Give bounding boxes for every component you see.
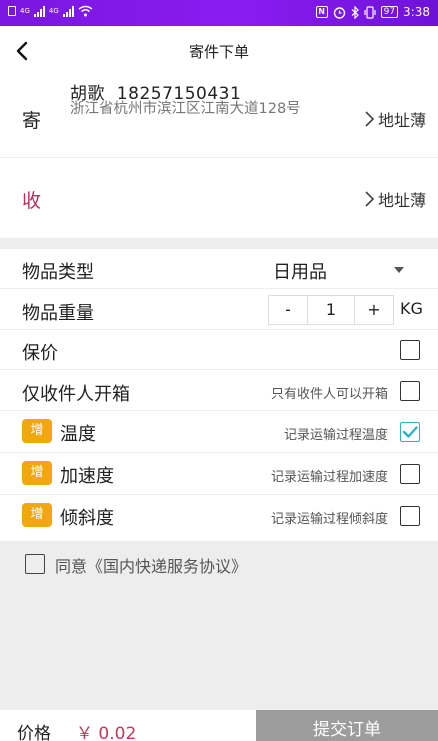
clock-time: 3:38 (403, 5, 430, 19)
sender-address-book-button[interactable]: 地址薄 (362, 107, 426, 131)
status-left: 4G 4G (8, 5, 93, 17)
tilt-checkbox[interactable] (400, 506, 420, 526)
submit-order-button[interactable]: 提交订单 (256, 710, 438, 741)
agreement-row: 同意《国内快递服务协议》 (0, 548, 438, 580)
page-title: 寄件下单 (188, 43, 249, 61)
battery-icon: 97 (380, 6, 399, 18)
insured-checkbox[interactable] (400, 340, 420, 360)
recipient-only-row: 仅收件人开箱 只有收件人可以开箱 (0, 370, 438, 411)
receiver-address-book-button[interactable]: 地址薄 (362, 187, 426, 211)
wifi-icon (78, 5, 93, 17)
chevron-right-icon (365, 111, 375, 127)
recipient-only-checkbox[interactable] (400, 381, 420, 401)
addon-label: 倾斜度 (60, 508, 114, 529)
temperature-checkbox[interactable] (400, 422, 420, 442)
sender-address: 浙江省杭州市滨江区江南大道128号 (70, 101, 301, 117)
item-form: 物品类型 日用品 物品重量 - 1 + KG 保价 仅收件人开箱 只有收件人可以… (0, 249, 438, 541)
addon-badge: 增 (22, 503, 52, 527)
addon-hint: 记录运输过程倾斜度 (270, 512, 388, 527)
bottom-bar: 价格 ￥ 0.02 提交订单 (0, 710, 438, 741)
agreement-link[interactable]: 同意《国内快递服务协议》 (55, 553, 247, 577)
insured-label: 保价 (22, 343, 58, 364)
weight-stepper: - 1 + (268, 295, 394, 325)
item-type-label: 物品类型 (22, 262, 94, 283)
address-book-label: 地址薄 (377, 191, 426, 210)
addon-hint: 记录运输过程温度 (283, 428, 388, 443)
status-right: N 97 3:38 (315, 5, 430, 19)
addon-row-acceleration: 增 加速度 记录运输过程加速度 (0, 453, 438, 495)
receiver-row[interactable]: 收 地址薄 (0, 158, 438, 238)
address-card: 寄 胡歌 18257150431 浙江省杭州市滨江区江南大道128号 地址薄 收… (0, 76, 438, 238)
network-type-2: 4G (48, 7, 59, 15)
weight-increase-button[interactable]: + (355, 296, 393, 324)
weight-value[interactable]: 1 (307, 296, 355, 324)
title-bar: 寄件下单 (0, 26, 438, 76)
signal-bars-icon (33, 5, 45, 17)
vibrate-icon (363, 5, 376, 19)
alarm-icon (333, 6, 345, 19)
price-label: 价格 (17, 724, 51, 741)
nfc-icon: N (315, 6, 328, 18)
addon-badge: 增 (22, 419, 52, 443)
addon-label: 温度 (60, 424, 96, 445)
acceleration-checkbox[interactable] (400, 464, 420, 484)
weight-decrease-button[interactable]: - (269, 296, 307, 324)
bluetooth-icon (351, 5, 359, 19)
receiver-label: 收 (22, 190, 42, 212)
sim-card-icon (8, 6, 16, 16)
check-icon (402, 426, 418, 438)
agreement-checkbox[interactable] (25, 554, 45, 574)
item-type-select[interactable]: 日用品 (273, 258, 327, 284)
addon-hint: 记录运输过程加速度 (270, 470, 388, 485)
addon-label: 加速度 (60, 466, 114, 487)
price-value: ￥ 0.02 (76, 724, 137, 741)
status-bar: 4G 4G N 97 3:38 (0, 0, 438, 26)
addon-row-tilt: 增 倾斜度 记录运输过程倾斜度 (0, 495, 438, 541)
network-type-1: 4G (20, 7, 30, 15)
item-weight-row: 物品重量 - 1 + KG (0, 289, 438, 330)
recipient-only-hint: 只有收件人可以开箱 (270, 387, 388, 402)
sender-row[interactable]: 寄 胡歌 18257150431 浙江省杭州市滨江区江南大道128号 地址薄 (0, 76, 438, 158)
insured-row: 保价 (0, 330, 438, 370)
dropdown-arrow-icon[interactable] (394, 267, 404, 273)
addon-row-temperature: 增 温度 记录运输过程温度 (0, 411, 438, 453)
recipient-only-label: 仅收件人开箱 (22, 384, 130, 405)
item-type-row: 物品类型 日用品 (0, 249, 438, 289)
item-weight-label: 物品重量 (22, 303, 94, 324)
address-book-label: 地址薄 (377, 111, 426, 130)
addon-badge: 增 (22, 461, 52, 485)
signal-bars-icon (62, 5, 74, 17)
weight-unit: KG (400, 299, 423, 318)
chevron-right-icon (365, 191, 375, 207)
sender-label: 寄 (22, 110, 42, 132)
